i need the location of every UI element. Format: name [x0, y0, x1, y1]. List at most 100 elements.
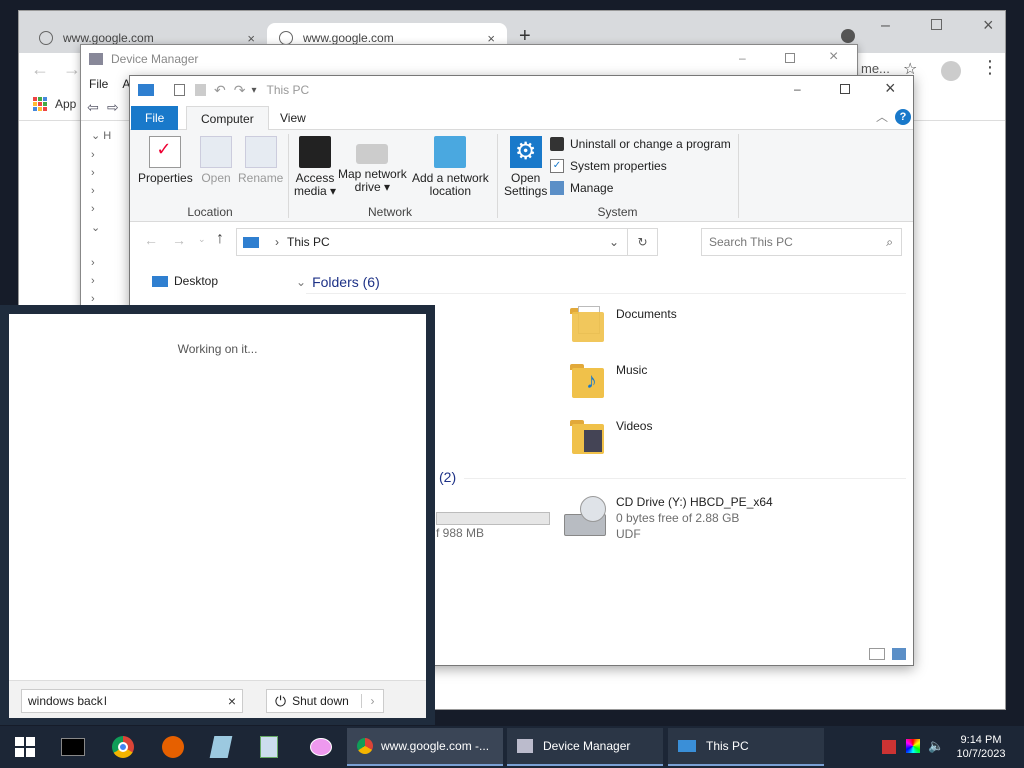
large-icons-view-icon[interactable] [892, 648, 906, 660]
chrome-icon[interactable] [108, 732, 138, 762]
tab-title: www.google.com [63, 31, 154, 45]
folders-group-header[interactable]: ⌄ Folders (6) [296, 274, 380, 290]
back-icon[interactable]: ← [31, 59, 49, 80]
redo-icon[interactable]: ↷ [234, 82, 246, 99]
apps-grid-icon[interactable] [33, 97, 47, 111]
maximize-icon[interactable] [931, 19, 942, 30]
cd-drive-icon [564, 496, 608, 540]
tree-expander-icon[interactable]: › [91, 185, 95, 197]
access-media-button[interactable]: Access media ▾ [294, 136, 336, 198]
ribbon-tabs: File Computer View ︿ ? [130, 104, 913, 130]
shutdown-button[interactable]: ⏻ Shut down › [266, 689, 384, 713]
desktop-icon [152, 275, 168, 287]
color-tray-icon[interactable] [906, 739, 920, 753]
tab-file[interactable]: File [131, 106, 179, 130]
shutdown-options-arrow[interactable]: › [361, 694, 383, 708]
recent-dropdown-icon[interactable]: ⌄ [198, 234, 206, 245]
undo-icon[interactable]: ↶ [214, 82, 226, 99]
tab-search-icon[interactable] [841, 29, 855, 43]
add-network-location-button[interactable]: Add a network location [412, 136, 489, 198]
open-button[interactable]: Open [200, 136, 232, 185]
properties-button[interactable]: ✓ Properties [138, 136, 193, 185]
tree-expander-icon[interactable]: › [91, 203, 95, 215]
tree-expander-icon[interactable]: ⌄ H [91, 129, 111, 142]
address-bar[interactable]: › This PC ⌄ ↻ [236, 228, 658, 256]
nav-desktop[interactable]: Desktop [152, 274, 218, 288]
menu-file[interactable]: File [89, 77, 108, 91]
qat-dropdown-icon[interactable]: ▾ [251, 85, 256, 96]
minimize-icon[interactable]: – [881, 17, 890, 35]
network-location-icon [434, 136, 467, 168]
taskbar-chrome-task[interactable]: www.google.com -... [347, 728, 503, 766]
folder-documents[interactable]: Documents [570, 304, 677, 344]
close-icon[interactable]: × [885, 78, 896, 99]
this-pc-icon [138, 84, 154, 96]
map-network-drive-button[interactable]: Map network drive ▾ [338, 136, 407, 194]
firefox-icon[interactable] [158, 732, 188, 762]
close-icon[interactable]: × [829, 48, 838, 66]
maximize-icon[interactable] [785, 53, 795, 63]
start-bottom-bar: windows back I × ⏻ Shut down › [9, 680, 426, 718]
collapse-ribbon-icon[interactable]: ︿ [876, 108, 888, 125]
address-path: This PC [287, 235, 330, 249]
clear-search-icon[interactable]: × [228, 693, 236, 709]
properties-qat-icon[interactable] [174, 84, 185, 96]
address-dropdown-icon[interactable]: ⌄ [609, 235, 619, 249]
maximize-icon[interactable] [840, 84, 850, 94]
back-icon[interactable]: ← [144, 232, 158, 248]
this-pc-icon [243, 236, 259, 248]
omnibox-text[interactable]: me... [861, 61, 890, 76]
group-divider [464, 478, 906, 479]
help-icon[interactable]: ? [895, 109, 911, 125]
open-icon [200, 136, 232, 168]
folder-videos[interactable]: Videos [570, 416, 652, 456]
forward-icon[interactable]: → [63, 59, 81, 80]
app-icon[interactable] [206, 732, 236, 762]
paint-icon[interactable] [306, 732, 336, 762]
clock[interactable]: 9:14 PM 10/7/2023 [944, 734, 1018, 760]
new-folder-qat-icon[interactable] [195, 84, 206, 96]
tab-computer[interactable]: Computer [186, 106, 269, 130]
search-icon: ⌕ [886, 234, 893, 249]
tree-expander-icon[interactable]: › [91, 149, 95, 161]
tree-expander-icon[interactable]: › [91, 293, 95, 305]
tree-expander-icon[interactable]: ⌄ [91, 221, 100, 234]
address-row: ← → ⌄ ↑ › This PC ⌄ ↻ Search This PC ⌕ [130, 222, 913, 262]
taskbar-device-manager-task[interactable]: Device Manager [507, 728, 663, 766]
cd-drive[interactable]: CD Drive (Y:) HBCD_PE_x64 0 bytes free o… [616, 495, 773, 541]
tab-view[interactable]: View [266, 106, 320, 130]
search-box[interactable]: Search This PC ⌕ [701, 228, 902, 256]
uninstall-program-button[interactable]: Uninstall or change a program [550, 134, 731, 154]
apps-bookmark[interactable]: App [55, 97, 76, 111]
minimize-icon[interactable]: – [794, 82, 801, 96]
search-input[interactable]: windows back I × [21, 689, 243, 713]
search-placeholder: Search This PC [709, 235, 793, 249]
up-icon[interactable]: ↑ [216, 230, 224, 248]
system-properties-button[interactable]: ✓ System properties [550, 156, 667, 176]
manage-button[interactable]: Manage [550, 178, 613, 198]
refresh-icon[interactable]: ↻ [627, 229, 657, 255]
profile-avatar[interactable] [941, 61, 961, 81]
chrome-icon [357, 738, 373, 754]
taskbar-this-pc-task[interactable]: This PC [668, 728, 824, 766]
this-pc-icon [678, 740, 696, 752]
forward-arrow-icon[interactable]: ⇨ [107, 99, 119, 116]
devices-group-header[interactable]: (2) [439, 469, 456, 485]
network-tray-icon[interactable] [882, 740, 896, 754]
close-icon[interactable]: × [983, 15, 994, 36]
details-view-icon[interactable] [869, 648, 885, 660]
forward-icon[interactable]: → [172, 232, 186, 248]
cmd-icon[interactable] [58, 732, 88, 762]
start-button[interactable] [10, 732, 40, 762]
notepad-icon[interactable] [254, 732, 284, 762]
tree-expander-icon[interactable]: › [91, 167, 95, 179]
open-settings-button[interactable]: ⚙ Open Settings [504, 136, 547, 198]
kebab-menu-icon[interactable]: ⋮ [981, 57, 999, 78]
folder-music[interactable]: ♪ Music [570, 360, 647, 400]
rename-button[interactable]: Rename [238, 136, 283, 185]
volume-muted-icon[interactable]: 🔈 [928, 738, 944, 754]
minimize-icon[interactable]: – [739, 51, 746, 65]
tree-expander-icon[interactable]: › [91, 275, 95, 287]
tree-expander-icon[interactable]: › [91, 257, 95, 269]
back-arrow-icon[interactable]: ⇦ [87, 99, 99, 116]
